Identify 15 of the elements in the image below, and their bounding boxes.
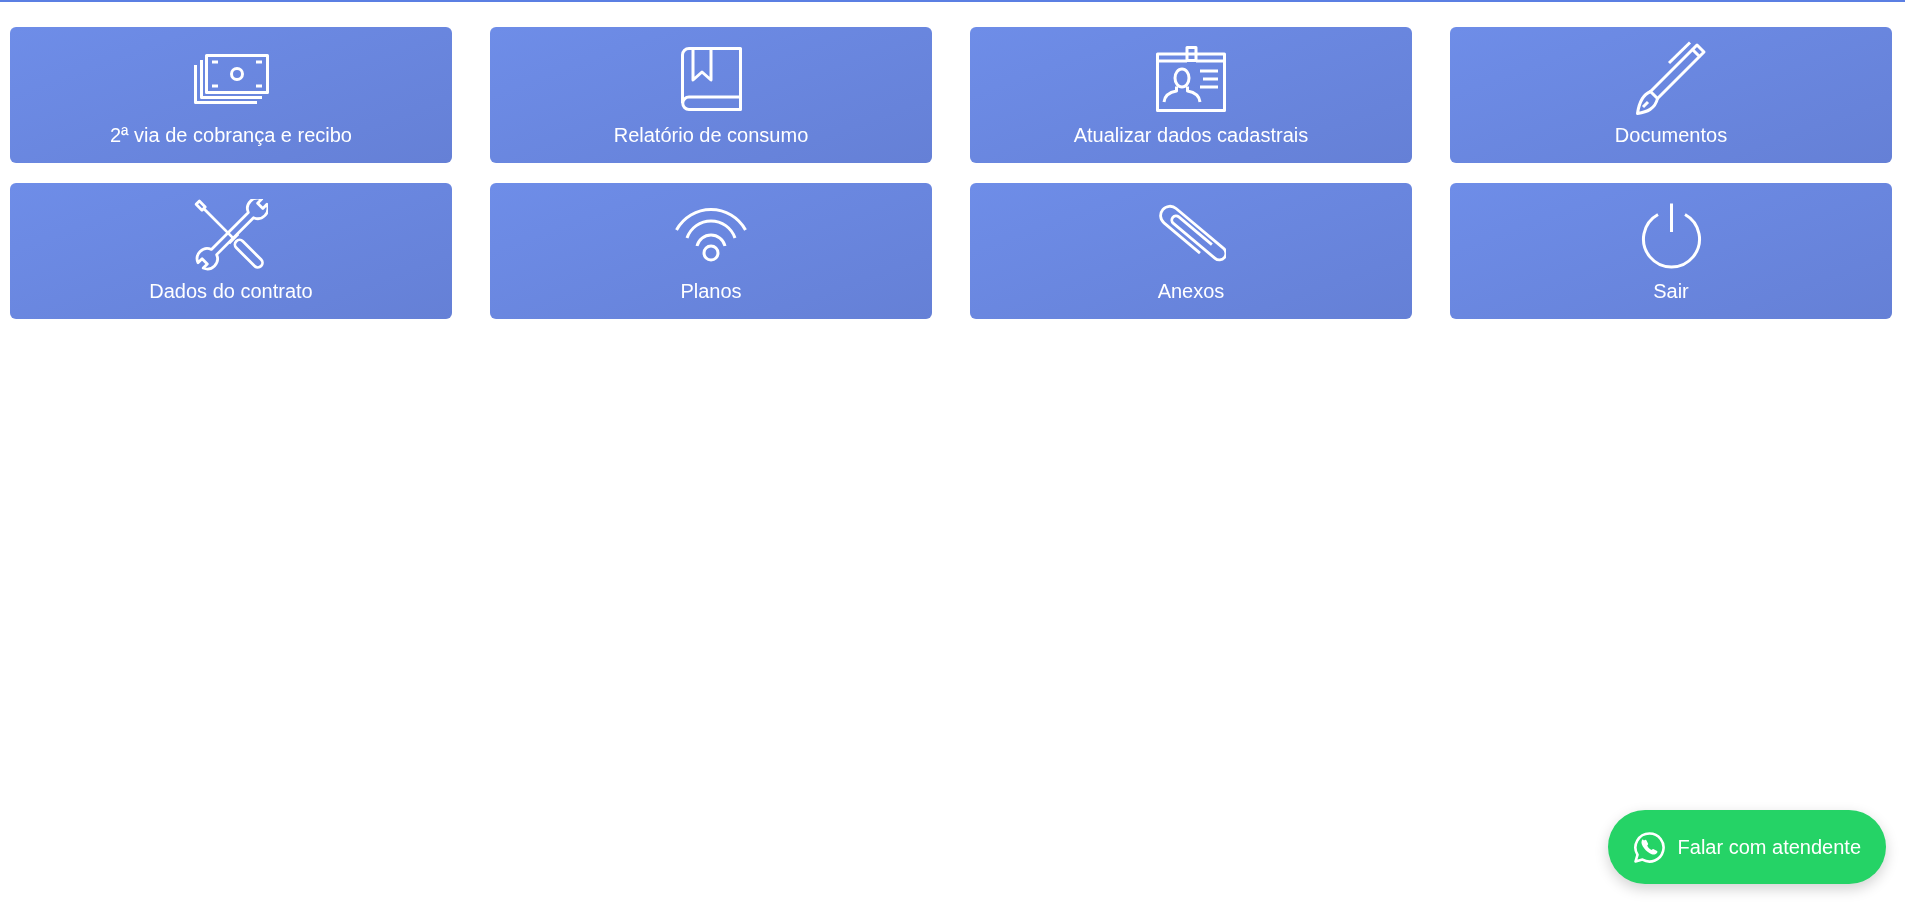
menu-tile[interactable]: 2ª via de cobrança e recibo: [10, 27, 452, 163]
menu-tile[interactable]: Planos: [490, 183, 932, 319]
phone-chat-bubble-icon: [1632, 830, 1666, 864]
id-badge-icon: [1156, 46, 1226, 112]
banknotes-icon: [193, 54, 269, 104]
menu-tile[interactable]: Anexos: [970, 183, 1412, 319]
chat-button[interactable]: Falar com atendente: [1607, 810, 1886, 884]
book-icon: [678, 47, 744, 111]
wifi-icon: [675, 207, 747, 263]
menu-tile[interactable]: Dados do contrato: [10, 183, 452, 319]
wrench-screwdriver-icon: [194, 198, 268, 272]
menu-tile[interactable]: Relatório de consumo: [490, 27, 932, 163]
menu-tile[interactable]: Sair: [1450, 183, 1892, 319]
menu-tile[interactable]: Atualizar dados cadastrais: [970, 27, 1412, 163]
menu-tile[interactable]: Documentos: [1450, 27, 1892, 163]
